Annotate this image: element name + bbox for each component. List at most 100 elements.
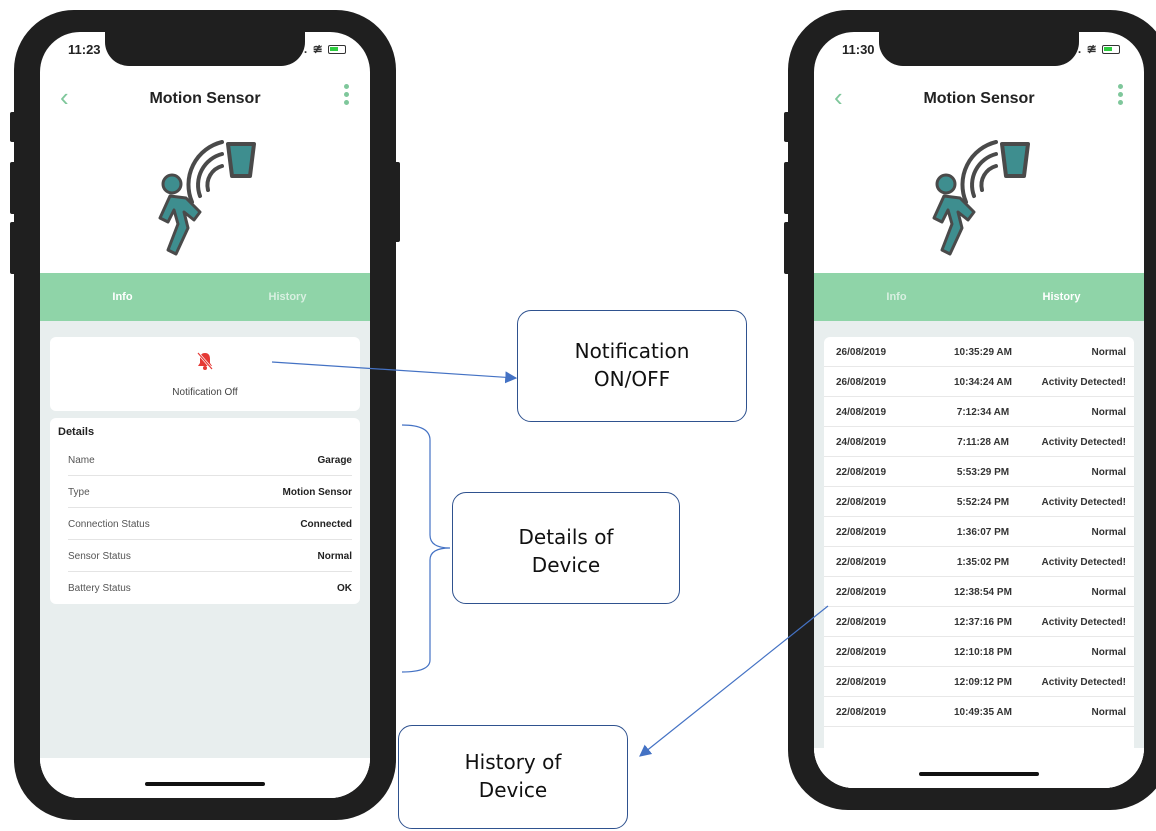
history-row: 22/08/2019 12:37:16 PM Activity Detected! bbox=[824, 607, 1134, 637]
motion-sensor-icon bbox=[932, 140, 1030, 256]
page-title: Motion Sensor bbox=[923, 90, 1035, 107]
tab-history-label: History bbox=[268, 291, 307, 303]
history-status: Normal bbox=[1091, 467, 1126, 478]
home-indicator[interactable] bbox=[919, 772, 1039, 776]
history-time: 12:37:16 PM bbox=[954, 617, 1012, 628]
history-time: 5:52:24 PM bbox=[956, 497, 1010, 508]
history-status: Normal bbox=[1091, 407, 1126, 418]
tab-history[interactable]: History bbox=[205, 273, 370, 321]
history-status: Activity Detected! bbox=[1041, 497, 1126, 508]
detail-row-sensor: Sensor Status Normal bbox=[68, 540, 352, 572]
history-status: Activity Detected! bbox=[1041, 617, 1126, 628]
history-content: 26/08/2019 10:35:29 AM Normal 26/08/2019 10:… bbox=[814, 321, 1144, 788]
detail-value: OK bbox=[337, 583, 352, 594]
detail-label: Connection Status bbox=[68, 519, 150, 530]
history-row: 22/08/2019 1:35:02 PM Activity Detected! bbox=[824, 547, 1134, 577]
screen-right: 11:30 .... ≇ ‹ Motion Sensor bbox=[814, 32, 1144, 788]
notch bbox=[105, 32, 305, 66]
history-status: Activity Detected! bbox=[1041, 377, 1126, 388]
device-image bbox=[814, 132, 1144, 262]
history-status: Activity Detected! bbox=[1041, 557, 1126, 568]
callout-text: Device bbox=[531, 553, 601, 577]
callout-text: Device bbox=[478, 778, 548, 802]
tab-history[interactable]: History bbox=[979, 273, 1144, 329]
detail-row-type: Type Motion Sensor bbox=[68, 476, 352, 508]
more-vertical-icon[interactable] bbox=[344, 84, 350, 108]
tab-info-label: Info bbox=[886, 291, 907, 303]
history-row: 22/08/2019 12:09:12 PM Activity Detected! bbox=[824, 667, 1134, 697]
phone-right: 11:30 .... ≇ ‹ Motion Sensor bbox=[788, 10, 1156, 810]
detail-label: Sensor Status bbox=[68, 551, 131, 562]
battery-icon bbox=[328, 45, 346, 55]
home-bar-area bbox=[814, 748, 1144, 788]
tab-bar: Info History bbox=[814, 273, 1144, 329]
history-time: 10:34:24 AM bbox=[954, 377, 1012, 388]
history-date: 22/08/2019 bbox=[836, 647, 887, 658]
history-status: Normal bbox=[1091, 707, 1126, 718]
history-status: Normal bbox=[1091, 527, 1126, 538]
history-row: 22/08/2019 12:38:54 PM Normal bbox=[824, 577, 1134, 607]
history-date: 22/08/2019 bbox=[836, 467, 887, 478]
detail-row-name: Name Garage bbox=[68, 444, 352, 476]
history-row: 22/08/2019 1:36:07 PM Normal bbox=[824, 517, 1134, 547]
history-date: 22/08/2019 bbox=[836, 497, 887, 508]
home-indicator[interactable] bbox=[145, 782, 265, 786]
tab-info[interactable]: Info bbox=[814, 273, 979, 321]
more-vertical-icon[interactable] bbox=[1118, 84, 1124, 108]
history-date: 22/08/2019 bbox=[836, 707, 887, 718]
history-date: 26/08/2019 bbox=[836, 377, 887, 388]
detail-value: Connected bbox=[300, 519, 352, 530]
callout-text: ON/OFF bbox=[593, 367, 671, 391]
detail-value: Motion Sensor bbox=[282, 487, 352, 498]
history-row: 22/08/2019 5:52:24 PM Activity Detected! bbox=[824, 487, 1134, 517]
callout-text: Details of bbox=[518, 525, 614, 549]
wifi-icon: ≇ bbox=[312, 42, 324, 56]
callout-text: Notification bbox=[574, 339, 690, 363]
stage: 11:23 .... ≇ ‹ Motion Sensor bbox=[0, 0, 1156, 831]
history-date: 22/08/2019 bbox=[836, 587, 887, 598]
history-time: 1:35:02 PM bbox=[956, 557, 1010, 568]
history-row: 26/08/2019 10:34:24 AM Activity Detected! bbox=[824, 367, 1134, 397]
notification-toggle[interactable]: Notification Off bbox=[50, 337, 360, 411]
home-bar-area bbox=[40, 758, 370, 798]
history-row: 22/08/2019 5:53:29 PM Normal bbox=[824, 457, 1134, 487]
history-date: 24/08/2019 bbox=[836, 407, 887, 418]
battery-icon bbox=[1102, 45, 1120, 55]
history-row: 26/08/2019 10:35:29 AM Normal bbox=[824, 337, 1134, 367]
history-time: 10:35:29 AM bbox=[954, 347, 1012, 358]
screen-left: 11:23 .... ≇ ‹ Motion Sensor bbox=[40, 32, 370, 798]
history-time: 12:10:18 PM bbox=[954, 647, 1012, 658]
status-time: 11:23 bbox=[68, 42, 101, 57]
detail-row-connection: Connection Status Connected bbox=[68, 508, 352, 540]
history-time: 12:38:54 PM bbox=[954, 587, 1012, 598]
details-card: Details Name Garage Type Motion Sensor C… bbox=[50, 418, 360, 604]
notification-label: Notification Off bbox=[172, 387, 238, 398]
page-title: Motion Sensor bbox=[149, 90, 261, 107]
tab-info-label: Info bbox=[112, 291, 133, 303]
history-time: 5:53:29 PM bbox=[956, 467, 1010, 478]
history-date: 22/08/2019 bbox=[836, 557, 887, 568]
history-row: 22/08/2019 10:49:35 AM Normal bbox=[824, 697, 1134, 727]
history-date: 22/08/2019 bbox=[836, 527, 887, 538]
phone-left: 11:23 .... ≇ ‹ Motion Sensor bbox=[14, 10, 396, 820]
callout-details: Details of Device bbox=[452, 492, 680, 604]
history-time: 10:49:35 AM bbox=[954, 707, 1012, 718]
wifi-icon: ≇ bbox=[1086, 42, 1098, 56]
callout-text: History of bbox=[464, 750, 562, 774]
notch bbox=[879, 32, 1079, 66]
history-time: 1:36:07 PM bbox=[956, 527, 1010, 538]
nav-bar: ‹ Motion Sensor bbox=[40, 80, 370, 114]
detail-label: Name bbox=[68, 455, 95, 466]
tab-info[interactable]: Info bbox=[40, 273, 205, 329]
history-row: 22/08/2019 12:10:18 PM Normal bbox=[824, 637, 1134, 667]
history-date: 26/08/2019 bbox=[836, 347, 887, 358]
status-time: 11:30 bbox=[842, 42, 875, 57]
history-row: 24/08/2019 7:12:34 AM Normal bbox=[824, 397, 1134, 427]
history-list[interactable]: 26/08/2019 10:35:29 AM Normal 26/08/2019 10:… bbox=[824, 337, 1134, 788]
tab-bar: Info History bbox=[40, 273, 370, 329]
history-date: 24/08/2019 bbox=[836, 437, 887, 448]
history-row: 24/08/2019 7:11:28 AM Activity Detected! bbox=[824, 427, 1134, 457]
history-status: Normal bbox=[1091, 347, 1126, 358]
callout-history: History of Device bbox=[398, 725, 628, 829]
device-image bbox=[40, 132, 370, 262]
